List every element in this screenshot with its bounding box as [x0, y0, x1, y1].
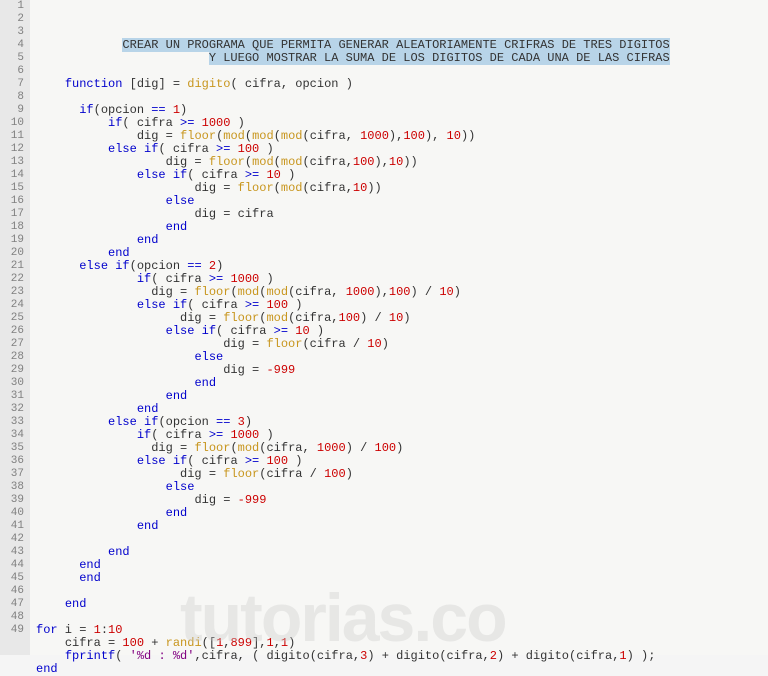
code-line: end — [36, 559, 768, 572]
line-number: 30 — [4, 377, 24, 390]
line-number: 26 — [4, 325, 24, 338]
code-area[interactable]: tutorias.co CREAR UN PROGRAMA QUE PERMIT… — [30, 0, 768, 655]
line-number: 15 — [4, 182, 24, 195]
line-number: 29 — [4, 364, 24, 377]
line-number: 17 — [4, 208, 24, 221]
line-number: 41 — [4, 520, 24, 533]
line-number: 3 — [4, 26, 24, 39]
line-number-gutter: 1234567891011121314151617181920212223242… — [0, 0, 30, 655]
line-number: 28 — [4, 351, 24, 364]
code-line — [36, 533, 768, 546]
line-number: 38 — [4, 481, 24, 494]
line-number: 48 — [4, 611, 24, 624]
code-editor: 1234567891011121314151617181920212223242… — [0, 0, 768, 655]
line-number: 6 — [4, 65, 24, 78]
line-number: 43 — [4, 546, 24, 559]
code-line — [36, 585, 768, 598]
line-number: 11 — [4, 130, 24, 143]
line-number: 4 — [4, 39, 24, 52]
line-number: 44 — [4, 559, 24, 572]
code-line: end — [36, 520, 768, 533]
line-number: 18 — [4, 221, 24, 234]
line-number: 21 — [4, 260, 24, 273]
code-line: end — [36, 663, 768, 676]
line-number: 24 — [4, 299, 24, 312]
line-number: 31 — [4, 390, 24, 403]
line-number: 20 — [4, 247, 24, 260]
line-number: 25 — [4, 312, 24, 325]
line-number: 12 — [4, 143, 24, 156]
line-number: 19 — [4, 234, 24, 247]
line-number: 9 — [4, 104, 24, 117]
line-number: 47 — [4, 598, 24, 611]
line-number: 14 — [4, 169, 24, 182]
line-number: 49 — [4, 624, 24, 637]
line-number: 5 — [4, 52, 24, 65]
line-number: 32 — [4, 403, 24, 416]
line-number: 16 — [4, 195, 24, 208]
line-number: 39 — [4, 494, 24, 507]
code-line: fprintf( '%d : %d',cifra, ( digito(cifra… — [36, 650, 768, 663]
code-line: end — [36, 598, 768, 611]
line-number: 46 — [4, 585, 24, 598]
line-number: 36 — [4, 455, 24, 468]
line-number: 10 — [4, 117, 24, 130]
line-number: 8 — [4, 91, 24, 104]
line-number: 2 — [4, 13, 24, 26]
line-number: 22 — [4, 273, 24, 286]
line-number: 34 — [4, 429, 24, 442]
code-line: end — [36, 572, 768, 585]
line-number: 45 — [4, 572, 24, 585]
code-line: end — [36, 546, 768, 559]
line-number: 27 — [4, 338, 24, 351]
line-number: 40 — [4, 507, 24, 520]
line-number: 37 — [4, 468, 24, 481]
code-line: function [dig] = digito( cifra, opcion ) — [36, 78, 768, 91]
line-number: 7 — [4, 78, 24, 91]
selected-text: CREAR UN PROGRAMA QUE PERMITA GENERAR AL… — [122, 38, 669, 52]
line-number: 13 — [4, 156, 24, 169]
line-number: 23 — [4, 286, 24, 299]
line-number: 35 — [4, 442, 24, 455]
line-number: 42 — [4, 533, 24, 546]
code-line: end — [36, 234, 768, 247]
line-number: 33 — [4, 416, 24, 429]
selected-text: Y LUEGO MOSTRAR LA SUMA DE LOS DIGITOS D… — [209, 51, 670, 65]
line-number: 1 — [4, 0, 24, 13]
code-line: Y LUEGO MOSTRAR LA SUMA DE LOS DIGITOS D… — [36, 52, 768, 65]
code-line — [36, 611, 768, 624]
